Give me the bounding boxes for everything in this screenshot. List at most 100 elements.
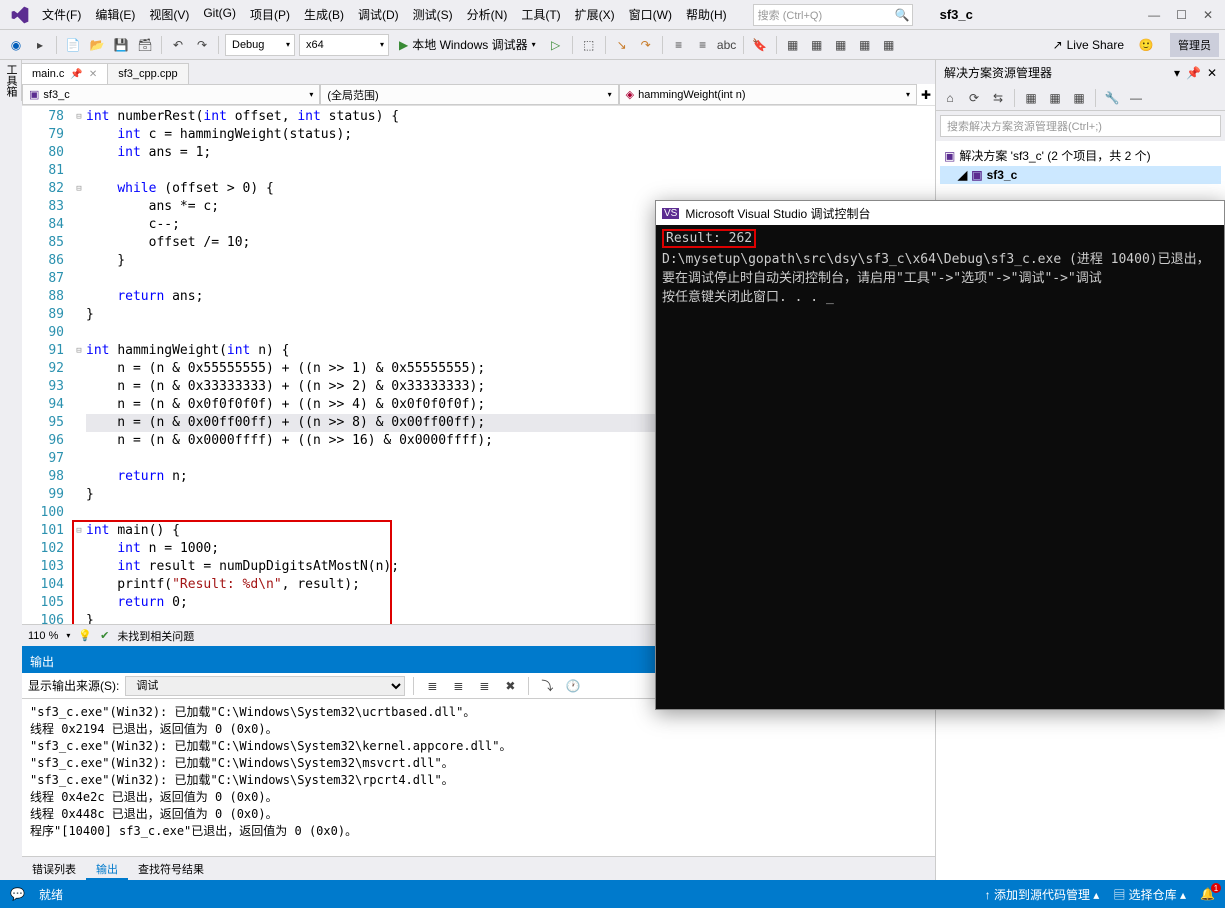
status-bar: 💬 就绪 ↑ 添加到源代码管理 ▴ ▤ 选择仓库 ▴ 🔔1	[0, 880, 1225, 908]
indent-icon[interactable]: ≡	[669, 35, 689, 55]
source-control-button[interactable]: ↑ 添加到源代码管理 ▴	[985, 886, 1100, 903]
menu-item[interactable]: 帮助(H)	[680, 2, 733, 27]
clear-output-icon[interactable]: ✖	[500, 676, 520, 696]
sol-refresh-icon[interactable]: ⟳	[964, 88, 984, 108]
status-ready: 就绪	[39, 886, 63, 903]
start-debug-button[interactable]: ▶本地 Windows 调试器▾	[393, 34, 542, 56]
start-without-debug-icon[interactable]: ▷	[546, 35, 566, 55]
menu-item[interactable]: 项目(P)	[244, 2, 296, 27]
toolbox-tab[interactable]: 工具箱	[0, 60, 22, 101]
sol-home-icon[interactable]: ⌂	[940, 88, 960, 108]
tab-main-c[interactable]: main.c📌✕	[22, 63, 108, 84]
out-tool5-icon[interactable]: 🕐	[563, 676, 583, 696]
new-file-icon[interactable]: 📄	[63, 35, 83, 55]
sol-tool2-icon[interactable]: ▦	[1045, 88, 1065, 108]
solution-root[interactable]: ▣解决方案 'sf3_c' (2 个项目，共 2 个)	[940, 145, 1221, 166]
menu-item[interactable]: Git(G)	[197, 2, 242, 27]
save-all-icon[interactable]: 🗃	[135, 35, 155, 55]
console-title-bar[interactable]: VS Microsoft Visual Studio 调试控制台	[656, 201, 1224, 225]
chevron-down-icon: ◢	[958, 168, 967, 182]
panel-menu-icon[interactable]: ▾	[1174, 66, 1180, 80]
outdent-icon[interactable]: ≡	[693, 35, 713, 55]
step-over-icon[interactable]: ↷	[636, 35, 656, 55]
console-output: Result: 262 D:\mysetup\gopath\src\dsy\sf…	[656, 225, 1224, 709]
lightbulb-icon[interactable]: 💡	[78, 629, 92, 642]
step-into-icon[interactable]: ↘	[612, 35, 632, 55]
minimize-button[interactable]: —	[1148, 8, 1160, 22]
menu-item[interactable]: 调试(D)	[352, 2, 405, 27]
search-icon[interactable]: 🔍	[895, 8, 910, 22]
document-tabs: main.c📌✕ sf3_cpp.cpp	[22, 60, 935, 84]
console-icon: VS	[662, 208, 679, 219]
panel-pin-icon[interactable]: 📌	[1186, 66, 1201, 80]
menu-item[interactable]: 测试(S)	[407, 2, 459, 27]
out-tool1-icon[interactable]: ≣	[422, 676, 442, 696]
out-tool3-icon[interactable]: ≣	[474, 676, 494, 696]
solution-icon: ▣	[944, 149, 955, 163]
solution-search-input[interactable]: 搜索解决方案资源管理器(Ctrl+;)	[940, 115, 1221, 137]
menu-item[interactable]: 编辑(E)	[89, 2, 141, 27]
bottom-tab[interactable]: 查找符号结果	[128, 857, 214, 880]
comment-icon[interactable]: 💬	[10, 887, 25, 901]
close-tab-icon[interactable]: ✕	[89, 69, 97, 80]
redo-icon[interactable]: ↷	[192, 35, 212, 55]
sol-tool4-icon[interactable]: —	[1126, 88, 1146, 108]
sol-props-icon[interactable]: 🔧	[1102, 88, 1122, 108]
feedback-icon[interactable]: 🙂	[1136, 35, 1156, 55]
close-button[interactable]: ✕	[1203, 8, 1213, 22]
panel-close-icon[interactable]: ✕	[1207, 66, 1217, 80]
menu-item[interactable]: 文件(F)	[36, 2, 87, 27]
project-node[interactable]: ◢▣sf3_c	[940, 166, 1221, 184]
format-icon[interactable]: ▦	[783, 35, 803, 55]
config-combo[interactable]: Debug	[225, 34, 295, 56]
sol-tool1-icon[interactable]: ▦	[1021, 88, 1041, 108]
split-icon[interactable]: ✚	[917, 84, 935, 105]
menu-item[interactable]: 分析(N)	[461, 2, 514, 27]
solution-title: 解决方案资源管理器	[944, 64, 1052, 81]
live-share-icon: ↗	[1053, 38, 1063, 52]
maximize-button[interactable]: ☐	[1176, 8, 1187, 22]
notifications-icon[interactable]: 🔔1	[1200, 887, 1215, 901]
zoom-combo[interactable]: 110 %	[28, 630, 58, 642]
search-input[interactable]: 搜索 (Ctrl+Q)	[753, 4, 913, 26]
select-repo-button[interactable]: ▤ 选择仓库 ▴	[1113, 886, 1186, 903]
nav-member-combo[interactable]: ◈hammingWeight(int n)	[619, 84, 917, 105]
platform-combo[interactable]: x64	[299, 34, 389, 56]
menu-item[interactable]: 工具(T)	[515, 2, 566, 27]
menu-item[interactable]: 视图(V)	[143, 2, 195, 27]
format2-icon[interactable]: ▦	[807, 35, 827, 55]
format3-icon[interactable]: ▦	[831, 35, 851, 55]
nav-fwd-icon[interactable]: ▸	[30, 35, 50, 55]
format5-icon[interactable]: ▦	[879, 35, 899, 55]
admin-badge: 管理员	[1170, 33, 1219, 57]
bottom-tab[interactable]: 输出	[86, 857, 128, 880]
output-text[interactable]: "sf3_c.exe"(Win32): 已加载"C:\Windows\Syste…	[22, 699, 935, 856]
live-share-button[interactable]: ↗ Live Share	[1045, 38, 1132, 52]
open-icon[interactable]: 📂	[87, 35, 107, 55]
no-issues-label: 未找到相关问题	[117, 628, 194, 644]
out-tool4-icon[interactable]: ⤵	[537, 676, 557, 696]
pin-icon[interactable]: 📌	[70, 69, 82, 80]
nav-scope-combo[interactable]: (全局范围)	[320, 84, 618, 105]
menu-item[interactable]: 扩展(X)	[569, 2, 621, 27]
window-controls: — ☐ ✕	[1148, 8, 1221, 22]
output-source-combo[interactable]: 调试	[125, 676, 405, 696]
format4-icon[interactable]: ▦	[855, 35, 875, 55]
save-icon[interactable]: 💾	[111, 35, 131, 55]
undo-icon[interactable]: ↶	[168, 35, 188, 55]
nav-back-icon[interactable]: ◉	[6, 35, 26, 55]
result-highlight: Result: 262	[662, 229, 756, 248]
project-name: sf3_c	[940, 7, 973, 22]
tool-icon[interactable]: ⬚	[579, 35, 599, 55]
menu-item[interactable]: 窗口(W)	[623, 2, 678, 27]
tab-sf3-cpp[interactable]: sf3_cpp.cpp	[108, 63, 188, 84]
menu-item[interactable]: 生成(B)	[298, 2, 350, 27]
bottom-tab[interactable]: 错误列表	[22, 857, 86, 880]
comment-icon[interactable]: abc	[717, 35, 737, 55]
out-tool2-icon[interactable]: ≣	[448, 676, 468, 696]
sol-tool3-icon[interactable]: ▦	[1069, 88, 1089, 108]
debug-console-window[interactable]: VS Microsoft Visual Studio 调试控制台 Result:…	[655, 200, 1225, 710]
sol-sync-icon[interactable]: ⇆	[988, 88, 1008, 108]
nav-project-combo[interactable]: ▣sf3_c	[22, 84, 320, 105]
bookmark-icon[interactable]: 🔖	[750, 35, 770, 55]
